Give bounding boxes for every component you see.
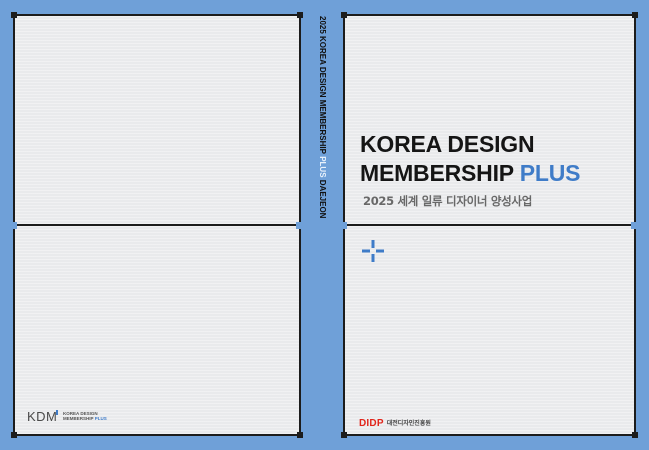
kdm-logo-accent-tick bbox=[56, 410, 58, 415]
joint-mark bbox=[340, 222, 347, 229]
kdm-logo-sub-membership: MEMBERSHIP bbox=[63, 416, 94, 422]
didp-logo-name: 대전디자인진흥원 bbox=[386, 420, 431, 427]
front-cover-lower-panel bbox=[345, 226, 634, 435]
frame-line-back-top bbox=[13, 14, 301, 16]
corner-mark bbox=[341, 432, 347, 438]
corner-mark bbox=[11, 12, 17, 18]
joint-mark bbox=[296, 222, 303, 229]
spine-title-main: 2025 KOREA DESIGN MEMBERSHIP bbox=[318, 16, 327, 154]
spine-title-accent: PLUS bbox=[318, 156, 327, 178]
corner-mark bbox=[341, 12, 347, 18]
kdm-logo-mark: KDM bbox=[27, 409, 58, 424]
joint-mark bbox=[10, 222, 17, 229]
frame-line-front-top bbox=[343, 14, 636, 16]
frame-line-back-bottom bbox=[13, 434, 301, 436]
corner-mark bbox=[632, 432, 638, 438]
plus-icon bbox=[362, 240, 384, 262]
didp-logo: DIDP 대전디자인진흥원 bbox=[359, 413, 431, 429]
cover-title-line1: KOREA DESIGN bbox=[360, 131, 535, 157]
kdm-logo-subtext: KOREA DESIGN MEMBERSHIP PLUS bbox=[63, 411, 123, 421]
kdm-logo-sub-accent: PLUS bbox=[94, 416, 107, 422]
didp-logo-mark: DIDP bbox=[359, 418, 384, 429]
back-cover-lower-panel bbox=[15, 226, 299, 435]
cover-subtitle: 2025 세계 일류 디자이너 양성사업 bbox=[363, 194, 532, 208]
joint-mark bbox=[631, 222, 638, 229]
spine-title-end: DAEJEON bbox=[318, 179, 327, 219]
corner-mark bbox=[11, 432, 17, 438]
back-cover-upper-panel bbox=[15, 16, 299, 225]
corner-mark bbox=[297, 12, 303, 18]
corner-mark bbox=[632, 12, 638, 18]
cover-title: KOREA DESIGN MEMBERSHIP PLUS bbox=[360, 130, 580, 188]
cover-title-line2: MEMBERSHIP bbox=[360, 160, 514, 186]
spine-title: 2025 KOREA DESIGN MEMBERSHIP PLUS DAEJEO… bbox=[314, 16, 330, 218]
cover-title-accent: PLUS bbox=[519, 160, 581, 186]
frame-line-front-middle bbox=[343, 224, 636, 226]
corner-mark bbox=[297, 432, 303, 438]
kdm-logo-sub-line2: MEMBERSHIP PLUS bbox=[63, 416, 123, 421]
frame-line-back-middle bbox=[13, 224, 301, 226]
frame-line-front-bottom bbox=[343, 434, 636, 436]
